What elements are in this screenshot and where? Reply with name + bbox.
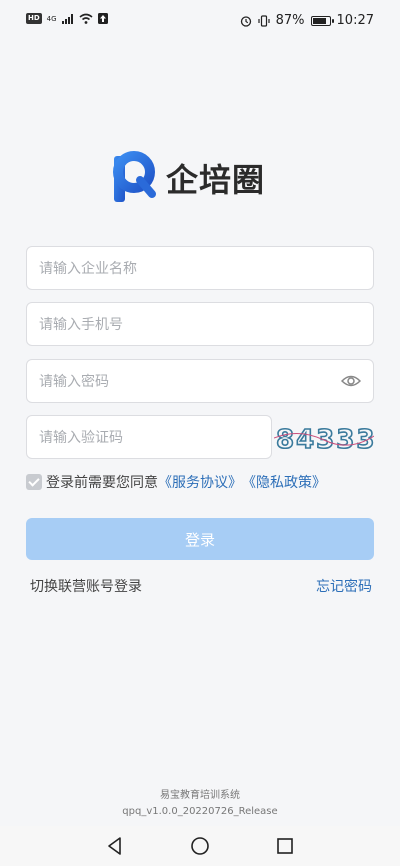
hd-badge: HD bbox=[26, 13, 42, 24]
password-field[interactable] bbox=[26, 359, 374, 404]
battery-icon bbox=[310, 15, 334, 26]
network-type: 4G bbox=[46, 14, 57, 23]
home-icon[interactable] bbox=[190, 836, 210, 856]
upload-icon bbox=[97, 13, 108, 24]
footer-version: qpq_v1.0.0_20220726_Release bbox=[122, 806, 278, 817]
logo-text: 企培圈 bbox=[166, 161, 266, 199]
alarm-icon bbox=[240, 15, 251, 27]
wifi-icon bbox=[79, 13, 93, 24]
agreement-checkbox[interactable] bbox=[26, 474, 42, 490]
switch-account-link[interactable]: 切换联营账号登录 bbox=[30, 576, 142, 596]
service-agreement-link[interactable]: 《服务协议》 bbox=[158, 472, 242, 492]
recents-icon[interactable] bbox=[275, 836, 295, 856]
back-icon[interactable] bbox=[105, 836, 125, 856]
footer-system-name: 易宝教育培训系统 bbox=[160, 790, 240, 801]
forgot-password-link[interactable]: 忘记密码 bbox=[316, 576, 372, 596]
app-logo: 企培圈 bbox=[112, 150, 265, 206]
agreement-row: 登录前需要您同意 《服务协议》 《隐私政策》 bbox=[26, 472, 326, 492]
battery-percent: 87% bbox=[275, 13, 305, 28]
logo-mark-icon bbox=[113, 151, 156, 202]
status-right: 87% 10:27 bbox=[240, 13, 374, 28]
phone-field[interactable] bbox=[26, 302, 374, 347]
status-left: HD 4G bbox=[26, 13, 108, 24]
status-bar: HD 4G 87% 10:27 bbox=[0, 0, 400, 44]
company-field[interactable] bbox=[26, 246, 374, 291]
eye-icon[interactable] bbox=[341, 373, 361, 389]
login-button[interactable]: 登录 bbox=[26, 518, 374, 560]
captcha-input[interactable] bbox=[37, 416, 261, 460]
captcha-field[interactable] bbox=[26, 415, 272, 460]
company-input[interactable] bbox=[37, 247, 341, 291]
signal-icon bbox=[61, 13, 73, 24]
captcha-image[interactable]: 84333 bbox=[274, 420, 374, 456]
phone-input[interactable] bbox=[37, 303, 341, 347]
clock: 10:27 bbox=[336, 13, 374, 28]
password-input[interactable] bbox=[37, 360, 341, 404]
privacy-policy-link[interactable]: 《隐私政策》 bbox=[242, 472, 326, 492]
agreement-prefix: 登录前需要您同意 bbox=[46, 475, 158, 491]
vibrate-icon bbox=[258, 14, 270, 27]
navigation-bar bbox=[0, 826, 400, 866]
